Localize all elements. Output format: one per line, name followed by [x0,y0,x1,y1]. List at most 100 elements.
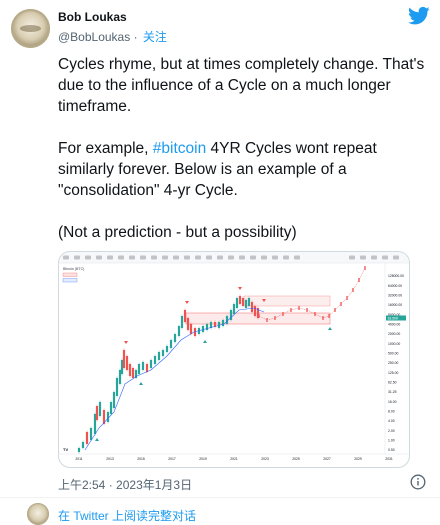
candle [232,304,236,314]
toolbar-button-icon [283,255,289,260]
tweet-time: 上午2:54 [58,478,106,492]
candle [241,298,245,306]
y-tick-label: 64000.00 [388,284,402,288]
projected-candle [282,312,284,316]
hashtag-link[interactable]: #bitcoin [153,140,206,157]
toolbar-button-icon [228,255,234,260]
current-price-label: 18.50K [388,316,399,320]
candle [95,406,99,420]
toolbar-button-icon [217,255,223,260]
x-tick-label: 2017 [168,457,176,461]
candle [161,350,165,356]
candle [137,364,141,374]
candle [169,340,173,348]
candle [201,326,205,332]
toolbar-button-icon [371,255,377,260]
x-tick-label: 2019 [199,457,207,461]
cycle-top-marker [124,341,128,344]
candle [145,364,149,372]
toolbar-button-icon [107,255,113,260]
tweet-date: 2023年1月3日 [116,478,193,492]
consolidation-zone [243,295,331,307]
candle [120,360,124,374]
legend-chip [62,278,78,283]
toolbar-button-icon [349,255,355,260]
toolbar-button-icon [151,255,157,260]
projection-path [258,267,366,321]
toolbar-button-icon [239,255,245,260]
x-tick-label: 2015 [137,457,145,461]
candle [153,356,157,364]
toolbar-button-icon [162,255,168,260]
candle [250,302,254,312]
projected-candle [298,306,300,310]
y-tick-label: 2000.00 [388,332,400,336]
projected-candle [290,308,292,312]
y-tick-label: 128000.00 [388,274,404,278]
toolbar-button-icon [118,255,124,260]
candle [125,356,129,370]
meta-separator: · [108,478,113,492]
y-tick-label: 4.00 [388,419,395,423]
moving-average-line [84,307,265,451]
legend-chip [62,272,78,277]
price-chart: Bitcoin (BTC) 128000.00 64000.00 32000.00 16… [59,252,409,461]
candle [225,316,229,324]
candle [235,298,239,308]
projected-candle [306,308,308,312]
chart-image[interactable]: Bitcoin (BTC) 128000.00 64000.00 32000.00 16… [58,251,410,468]
toolbar-button-icon [195,255,201,260]
y-tick-label: 125.00 [388,371,398,375]
x-tick-label: 2021 [230,457,238,461]
tweet-text: Cycles rhyme, but at times completely ch… [58,54,430,264]
toolbar-button-icon [206,255,212,260]
tweet-header: Bob Loukas @BobLoukas · 关注 [0,0,440,52]
cycle-bottom-marker [95,438,99,441]
candle [180,316,184,328]
author-handle[interactable]: @BobLoukas [58,30,130,44]
y-tick-label: 0.50 [388,448,395,452]
candle [186,318,190,330]
candle [128,364,132,376]
y-tick-label: 2.00 [388,429,395,433]
candle [131,368,135,378]
candle [247,298,251,306]
x-tick-label: 2027 [323,457,331,461]
candle [157,352,161,360]
y-tick-label: 16.00 [388,400,397,404]
toolbar-button-icon [129,255,135,260]
twitter-bird-icon[interactable] [408,6,430,26]
projected-candle [364,266,366,270]
toolbar-button-icon [85,255,91,260]
candle [112,392,116,408]
y-tick-label: 1.00 [388,439,395,443]
x-tick-label: 2029 [354,457,362,461]
author-avatar[interactable] [11,9,50,48]
toolbar-button-icon [74,255,80,260]
info-icon[interactable] [410,474,426,490]
candle [244,300,248,308]
y-tick-label: 16000.00 [388,303,402,307]
tweet-timestamp[interactable]: 上午2:54 · 2023年1月3日 [58,476,192,493]
x-tick-label: 2013 [106,457,114,461]
chart-logo: TV [63,447,68,452]
toolbar-button-icon [393,255,399,260]
candle [205,324,209,330]
toolbar-button-icon [360,255,366,260]
toolbar-button-icon [294,255,300,260]
y-tick-label: 62.50 [388,381,397,385]
candle [115,378,119,396]
candle [221,320,225,326]
candle [149,360,153,368]
candle [141,362,145,370]
toolbar-button-icon [96,255,102,260]
toolbar-button-icon [184,255,190,260]
y-tick-label: 31.25 [388,390,397,394]
read-conversation-link[interactable]: 在 Twitter 上阅读完整对话 [58,507,196,524]
y-tick-label: 500.00 [388,352,398,356]
divider [0,497,440,498]
candle [253,306,257,316]
author-name[interactable]: Bob Loukas [58,10,127,24]
follow-button[interactable]: 关注 [143,30,167,44]
x-tick-label: 2025 [292,457,300,461]
